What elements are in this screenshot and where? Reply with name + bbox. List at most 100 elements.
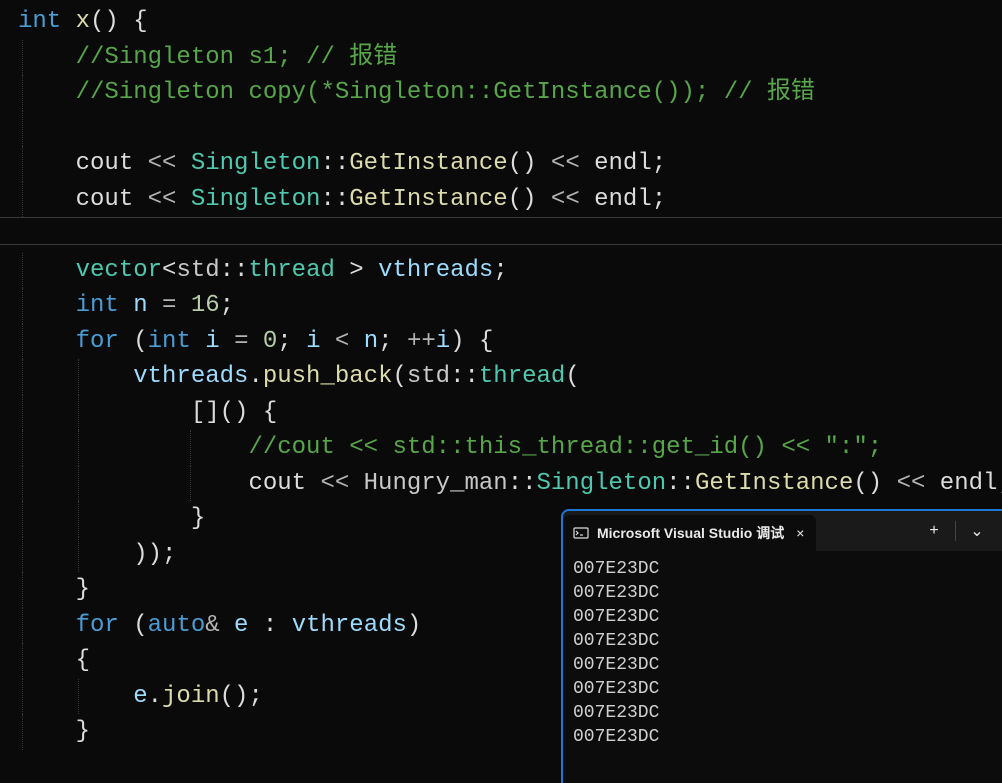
keyword: int (148, 328, 191, 355)
punct: :: (320, 186, 349, 213)
punct: . (148, 683, 162, 710)
terminal-line: 007E23DC (573, 605, 992, 629)
keyword: for (76, 328, 119, 355)
punct: ; (220, 292, 234, 319)
lambda: []() { (191, 399, 277, 426)
terminal-line: 007E23DC (573, 653, 992, 677)
terminal-line: 007E23DC (573, 557, 992, 581)
divider (955, 521, 956, 541)
new-tab-button[interactable]: + (919, 516, 949, 546)
punct: ( (392, 363, 406, 390)
code-line[interactable]: cout << Singleton::GetInstance() << endl… (0, 182, 1002, 218)
code-line[interactable]: cout << Singleton::GetInstance() << endl… (0, 146, 1002, 182)
code-line[interactable]: cout << Hungry_man::Singleton::GetInstan… (0, 466, 1002, 502)
function-call: push_back (263, 363, 393, 390)
function-call: GetInstance (349, 186, 507, 213)
close-icon[interactable]: × (792, 525, 808, 541)
punct: :: (666, 470, 695, 497)
terminal-line: 007E23DC (573, 629, 992, 653)
terminal-line: 007E23DC (573, 701, 992, 725)
comment: //cout << std::this_thread::get_id() << … (248, 434, 882, 461)
variable: e (220, 612, 249, 639)
terminal-line: 007E23DC (573, 677, 992, 701)
operator: & (205, 612, 219, 639)
punct: ( (565, 363, 579, 390)
punct: ; (378, 328, 407, 355)
variable: vthreads (364, 257, 494, 284)
code-line[interactable]: int x() { (0, 4, 1002, 40)
punct: ; (493, 257, 507, 284)
type: Singleton (191, 186, 321, 213)
brace: } (191, 505, 205, 532)
code-line[interactable]: int n = 16; (0, 288, 1002, 324)
variable: n (119, 292, 148, 319)
function-call: GetInstance (349, 150, 507, 177)
operator: < (321, 328, 364, 355)
code-line[interactable]: //Singleton s1; // 报错 (0, 40, 1002, 76)
punct: () (508, 186, 537, 213)
code-line[interactable]: []() { (0, 395, 1002, 431)
punct: < (162, 257, 176, 284)
variable: vthreads (133, 363, 248, 390)
function-call: GetInstance (695, 470, 853, 497)
number: 0 (263, 328, 277, 355)
keyword: int (18, 8, 61, 35)
namespace: Hungry_man (364, 470, 508, 497)
terminal-icon (573, 525, 589, 541)
brace: { (76, 647, 90, 674)
tab-dropdown-button[interactable]: ⌄ (962, 516, 992, 546)
code-line[interactable] (0, 111, 1002, 147)
type: thread (248, 257, 334, 284)
punct: :: (220, 257, 249, 284)
punct: ) (407, 612, 421, 639)
punct: ( (119, 612, 148, 639)
punct: :: (450, 363, 479, 390)
operator: << (537, 150, 595, 177)
identifier: endl (594, 150, 652, 177)
operator: << (306, 470, 364, 497)
punct: > (335, 257, 364, 284)
punct: () { (90, 8, 148, 35)
variable: i (436, 328, 450, 355)
punct: : (248, 612, 291, 639)
tabbar-actions: + ⌄ (909, 511, 1002, 551)
terminal-tabbar: Microsoft Visual Studio 调试 × + ⌄ (563, 511, 1002, 551)
type: thread (479, 363, 565, 390)
variable: vthreads (292, 612, 407, 639)
operator: ++ (407, 328, 436, 355)
operator: = (220, 328, 263, 355)
number: 16 (191, 292, 220, 319)
type: vector (76, 257, 162, 284)
code-line[interactable]: //Singleton copy(*Singleton::GetInstance… (0, 75, 1002, 111)
code-line[interactable] (0, 217, 1002, 253)
brace: } (76, 576, 90, 603)
operator: << (133, 150, 191, 177)
punct: () (508, 150, 537, 177)
comment: //Singleton copy(*Singleton::GetInstance… (76, 79, 815, 106)
punct: :: (320, 150, 349, 177)
identifier: endl (940, 470, 998, 497)
code-line[interactable]: vector<std::thread > vthreads; (0, 253, 1002, 289)
namespace: std (176, 257, 219, 284)
terminal-output[interactable]: 007E23DC 007E23DC 007E23DC 007E23DC 007E… (563, 551, 1002, 783)
punct: ( (119, 328, 148, 355)
punct: ; (277, 328, 306, 355)
code-line[interactable]: vthreads.push_back(std::thread( (0, 359, 1002, 395)
keyword: for (76, 612, 119, 639)
punct: ) { (450, 328, 493, 355)
punct: )); (133, 541, 176, 568)
punct: (); (220, 683, 263, 710)
terminal-tab[interactable]: Microsoft Visual Studio 调试 × (563, 515, 816, 551)
keyword: auto (148, 612, 206, 639)
terminal-line: 007E23DC (573, 725, 992, 749)
operator: = (148, 292, 191, 319)
function-call: join (162, 683, 220, 710)
variable: e (133, 683, 147, 710)
brace: } (76, 718, 90, 745)
code-line[interactable]: for (int i = 0; i < n; ++i) { (0, 324, 1002, 360)
identifier: endl (594, 186, 652, 213)
identifier: cout (248, 470, 306, 497)
punct: :: (508, 470, 537, 497)
code-line[interactable]: //cout << std::this_thread::get_id() << … (0, 430, 1002, 466)
terminal-panel: Microsoft Visual Studio 调试 × + ⌄ 007E23D… (561, 509, 1002, 783)
